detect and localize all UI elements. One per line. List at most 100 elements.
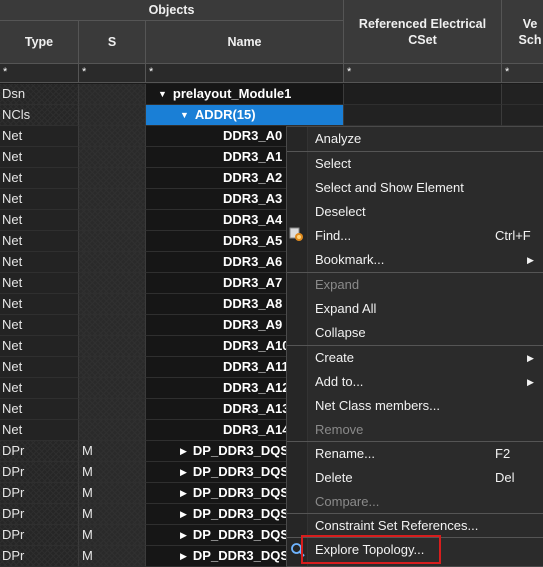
menu-item-select[interactable]: Select [287, 152, 543, 176]
submenu-arrow-icon: ▶ [527, 377, 534, 387]
cell-s [79, 357, 146, 378]
menu-shortcut: Ctrl+F [495, 228, 531, 243]
menu-item-delete[interactable]: Delete Del [287, 466, 543, 490]
cell-s [79, 84, 146, 105]
cell-s: M [79, 525, 146, 546]
menu-item-create[interactable]: Create ▶ [287, 346, 543, 370]
cell-s [79, 210, 146, 231]
cell-type: Net [0, 252, 79, 273]
menu-item-find[interactable]: Find... Ctrl+F [287, 224, 543, 248]
menu-item-net-class-members[interactable]: Net Class members... [287, 394, 543, 418]
collapsed-triangle-icon[interactable]: ▶ [180, 441, 187, 461]
cell-name-text: DDR3_A9 [223, 317, 283, 332]
cell-referenced-cset [344, 105, 502, 126]
cell-type: Net [0, 189, 79, 210]
menu-item-deselect[interactable]: Deselect [287, 200, 543, 224]
cell-s [79, 252, 146, 273]
menu-label: Net Class members... [315, 398, 440, 413]
cell-type: Net [0, 378, 79, 399]
cell-type: NCls [0, 105, 79, 126]
collapsed-triangle-icon[interactable]: ▶ [180, 462, 187, 482]
menu-item-expand[interactable]: Expand [287, 273, 543, 297]
cell-name-text: DDR3_A4 [223, 212, 283, 227]
menu-label: Remove [315, 422, 364, 437]
menu-label: Deselect [315, 204, 366, 219]
cell-type: DPr [0, 483, 79, 504]
menu-item-collapse[interactable]: Collapse [287, 321, 543, 345]
cell-type: Net [0, 168, 79, 189]
collapsed-triangle-icon[interactable]: ▶ [180, 525, 187, 545]
cell-name-text: DP_DDR3_DQS [192, 485, 290, 500]
collapsed-triangle-icon[interactable]: ▶ [180, 504, 187, 524]
menu-shortcut: Del [495, 470, 515, 485]
cell-name-text: DDR3_A1 [223, 149, 283, 164]
cell-type: Net [0, 210, 79, 231]
menu-item-analyze[interactable]: Analyze [287, 127, 543, 151]
expanded-triangle-icon[interactable]: ▼ [158, 84, 167, 104]
menu-label: Expand All [315, 301, 377, 316]
menu-label: Delete [315, 470, 353, 485]
menu-shortcut: F2 [495, 446, 511, 461]
menu-item-bookmark[interactable]: Bookmark... ▶ [287, 248, 543, 272]
column-header-s[interactable]: S [79, 21, 146, 64]
menu-item-compare[interactable]: Compare... [287, 490, 543, 514]
menu-label: Select [315, 156, 352, 171]
submenu-arrow-icon: ▶ [527, 255, 534, 265]
menu-item-rename[interactable]: Rename... F2 [287, 442, 543, 466]
cell-name-text: DDR3_A8 [223, 296, 283, 311]
cell-name-text: DDR3_A5 [223, 233, 283, 248]
menu-item-remove[interactable]: Remove [287, 418, 543, 442]
cell-name-text: DDR3_A0 [223, 128, 283, 143]
menu-item-expand-all[interactable]: Expand All [287, 297, 543, 321]
cell-name-text: DDR3_A10 [223, 338, 290, 353]
collapsed-triangle-icon[interactable]: ▶ [180, 546, 187, 566]
filter-ref[interactable]: * [344, 64, 502, 83]
cell-s: M [79, 462, 146, 483]
cell-name-text: DP_DDR3_DQS [192, 527, 290, 542]
cell-s [79, 231, 146, 252]
column-header-referenced-electrical-cset[interactable]: Referenced Electrical CSet [344, 0, 502, 64]
cell-s [79, 168, 146, 189]
menu-item-add-to[interactable]: Add to... ▶ [287, 370, 543, 394]
cell-name-text: DDR3_A12 [223, 380, 290, 395]
cell-name-text: DDR3_A6 [223, 254, 283, 269]
expanded-triangle-icon[interactable]: ▼ [180, 105, 189, 125]
cell-s [79, 126, 146, 147]
collapsed-triangle-icon[interactable]: ▶ [180, 483, 187, 503]
filter-name[interactable]: * [146, 64, 344, 83]
cell-name-text: prelayout_Module1 [172, 86, 292, 101]
cell-type: DPr [0, 462, 79, 483]
cell-type: Net [0, 357, 79, 378]
objects-group-header: Objects [0, 0, 344, 21]
cell-s [79, 294, 146, 315]
cell-name[interactable]: ▼ prelayout_Module1 [146, 84, 344, 105]
highlight-box [301, 535, 441, 564]
column-header-ver[interactable]: Ve Sch [502, 0, 543, 64]
cell-s: M [79, 483, 146, 504]
cell-s [79, 315, 146, 336]
table-row[interactable]: NCls ▼ ADDR(15) [0, 105, 543, 126]
filter-ver[interactable]: * [502, 64, 543, 83]
cell-type: Net [0, 147, 79, 168]
cell-s [79, 273, 146, 294]
filter-s[interactable]: * [79, 64, 146, 83]
cell-name-text: DP_DDR3_DQS [192, 548, 290, 563]
cell-ver [502, 84, 543, 105]
menu-label: Collapse [315, 325, 366, 340]
cell-name-text: DDR3_A14 [223, 422, 290, 437]
column-header-type[interactable]: Type [0, 21, 79, 64]
menu-label: Rename... [315, 446, 375, 461]
menu-label: Analyze [315, 131, 362, 146]
column-header-ver-label: Ve Sch [518, 16, 542, 47]
cell-name[interactable]: ▼ ADDR(15) [146, 105, 344, 126]
table-row[interactable]: Dsn ▼ prelayout_Module1 [0, 84, 543, 105]
cell-name-text: DDR3_A13 [223, 401, 290, 416]
cell-name-text: DDR3_A2 [223, 170, 283, 185]
column-header-name[interactable]: Name [146, 21, 344, 64]
menu-item-select-and-show[interactable]: Select and Show Element [287, 176, 543, 200]
menu-label: Add to... [315, 374, 364, 389]
cell-name-text: DP_DDR3_DQS [192, 464, 290, 479]
filter-type[interactable]: * [0, 64, 79, 83]
cell-type: DPr [0, 441, 79, 462]
cell-s: M [79, 504, 146, 525]
